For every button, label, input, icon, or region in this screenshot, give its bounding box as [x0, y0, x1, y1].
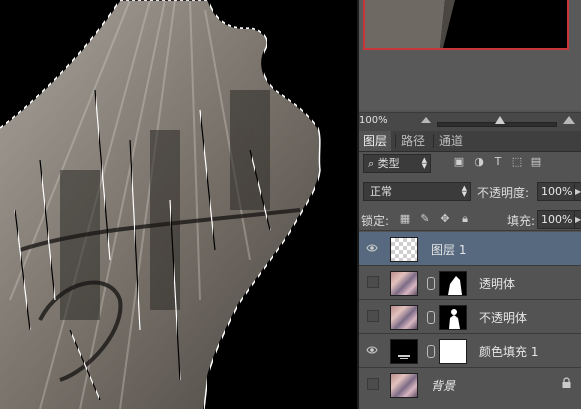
opacity-input[interactable]: 100% — [537, 182, 576, 201]
smart-object-filter-icon[interactable]: ▤ — [530, 156, 542, 168]
layer-filter-row: ⌕ 类型 ▲ ▼ ▣ ◑ T ⬚ ▤ — [359, 152, 581, 174]
fill-label: 填充: — [507, 214, 536, 228]
fill-input[interactable]: 100% — [537, 210, 576, 229]
mask-shape — [448, 276, 462, 295]
layer-mask-thumbnail[interactable] — [439, 305, 467, 330]
zoom-slider-handle[interactable] — [495, 116, 505, 124]
opacity-dropdown-icon[interactable]: ▶ — [574, 182, 581, 201]
navigator-thumbnail — [365, 0, 455, 48]
zoom-out-icon[interactable] — [421, 117, 431, 123]
fill-dropdown-icon[interactable]: ▶ — [574, 210, 581, 229]
tab-separator — [395, 134, 396, 148]
visibility-toggle[interactable] — [367, 378, 379, 390]
filter-kind-label: 类型 — [377, 157, 400, 170]
layer-name[interactable]: 图层 1 — [431, 241, 466, 258]
layer-row-color-fill[interactable]: 颜色填充 1 — [359, 334, 581, 368]
zoom-in-icon[interactable] — [563, 116, 575, 124]
tab-separator — [433, 134, 434, 148]
layer-name[interactable]: 不透明体 — [479, 309, 527, 326]
panel-tabs: 图层 路径 通道 — [359, 131, 581, 152]
layer-row-background[interactable]: 背景 — [359, 368, 581, 409]
opacity-label: 不透明度: — [477, 186, 530, 200]
tab-paths[interactable]: 路径 — [397, 131, 429, 151]
lock-row: 锁定: ▦ ✎ ✥ 🔒︎ 填充: 100% ▶ — [359, 208, 581, 231]
filter-kind-select[interactable]: ⌕ 类型 ▲ ▼ — [363, 154, 431, 173]
layer-row-layer1[interactable]: 图层 1 — [359, 232, 581, 266]
eye-icon[interactable] — [366, 242, 378, 254]
dropdown-arrows-icon: ▲ ▼ — [461, 184, 467, 198]
document-canvas[interactable] — [0, 0, 357, 409]
blend-mode-select[interactable]: 正常 ▲ ▼ — [363, 182, 471, 201]
shape-filter-icon[interactable]: ⬚ — [511, 156, 523, 168]
lock-transparency-icon[interactable]: ▦ — [399, 213, 411, 225]
layer-thumbnail[interactable] — [390, 339, 418, 364]
veil-selection-image — [0, 0, 321, 409]
blend-row: 正常 ▲ ▼ 不透明度: 100% ▶ — [359, 180, 581, 202]
visibility-toggle[interactable] — [367, 310, 379, 322]
navigator-view-box[interactable] — [363, 0, 569, 50]
layer-row-transparent-body[interactable]: 透明体 — [359, 266, 581, 300]
fill-adjustment-glyph — [398, 355, 410, 359]
layer-row-opaque-body[interactable]: 不透明体 — [359, 300, 581, 334]
mask-figure — [449, 309, 460, 329]
lock-all-icon[interactable]: 🔒︎ — [459, 213, 471, 225]
layer-thumbnail[interactable] — [390, 271, 418, 296]
navigator-preview[interactable] — [359, 0, 581, 110]
image-filter-icon[interactable]: ▣ — [453, 156, 465, 168]
layer-thumbnail[interactable] — [390, 373, 418, 398]
search-icon: ⌕ — [368, 157, 375, 170]
lock-label: 锁定: — [361, 214, 390, 228]
dropdown-arrows-icon: ▲ ▼ — [421, 156, 427, 170]
link-icon[interactable] — [427, 277, 435, 290]
layer-name[interactable]: 透明体 — [479, 275, 515, 292]
navigator-zoom-row: 100% — [359, 112, 581, 131]
layer-mask-thumbnail[interactable] — [439, 271, 467, 296]
lock-icon — [562, 377, 571, 388]
layer-thumbnail[interactable] — [390, 305, 418, 330]
layer-name[interactable]: 背景 — [431, 377, 455, 394]
visibility-toggle[interactable] — [367, 276, 379, 288]
tab-channels[interactable]: 通道 — [435, 131, 467, 151]
adjustment-filter-icon[interactable]: ◑ — [473, 156, 485, 168]
zoom-level[interactable]: 100% — [359, 115, 388, 126]
layer-name[interactable]: 颜色填充 1 — [479, 343, 538, 360]
link-icon[interactable] — [427, 345, 435, 358]
link-icon[interactable] — [427, 311, 435, 324]
layer-mask-thumbnail[interactable] — [439, 339, 467, 364]
tab-layers[interactable]: 图层 — [359, 131, 392, 151]
type-filter-icon[interactable]: T — [492, 156, 504, 168]
right-panel: 100% 图层 路径 通道 ⌕ 类型 ▲ ▼ ▣ ◑ T ⬚ ▤ 正常 ▲ ▼ 不透… — [359, 0, 581, 409]
layer-thumbnail[interactable] — [390, 237, 418, 262]
blend-mode-label: 正常 — [370, 185, 392, 198]
eye-icon[interactable] — [366, 344, 378, 356]
lock-paint-icon[interactable]: ✎ — [419, 213, 431, 225]
lock-position-icon[interactable]: ✥ — [439, 213, 451, 225]
